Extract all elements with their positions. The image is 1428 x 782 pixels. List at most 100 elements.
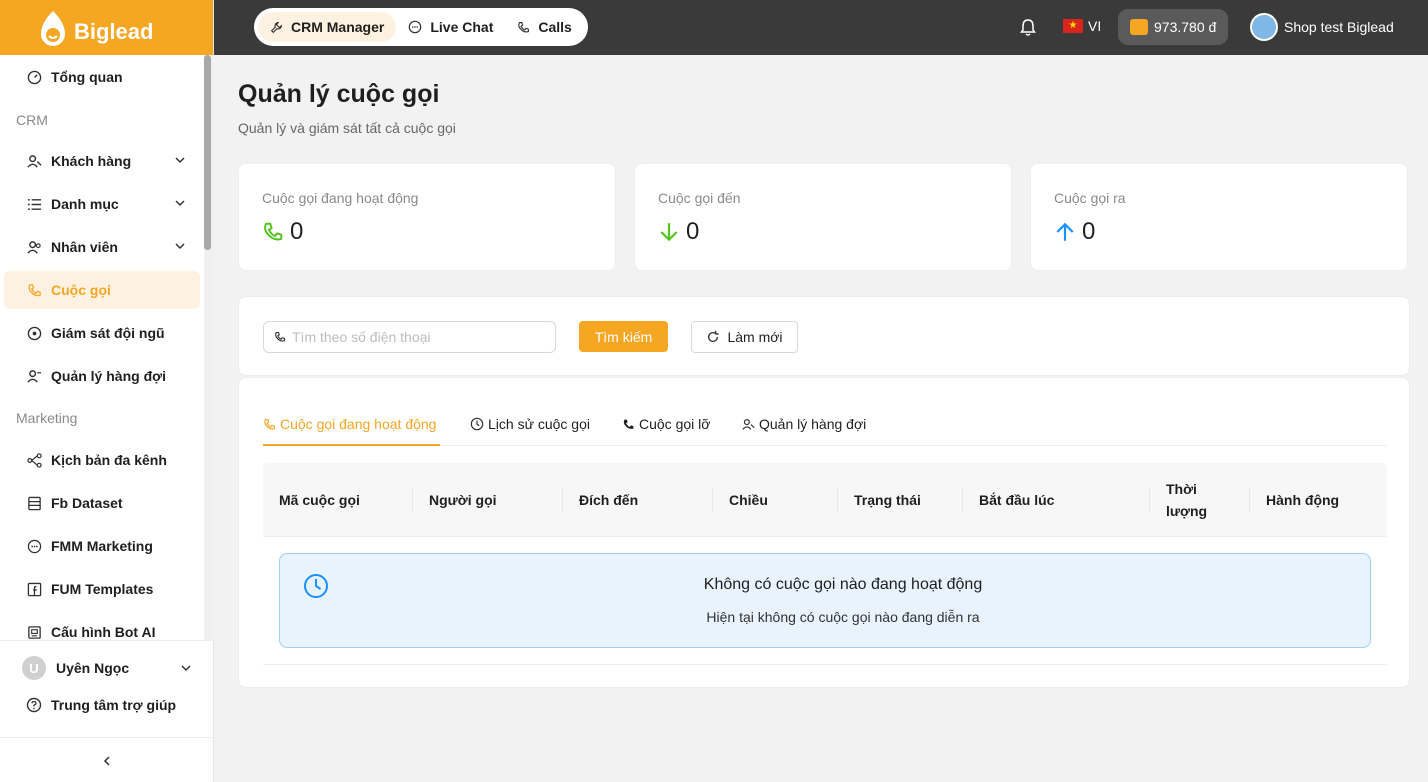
stat-value-row: 0: [262, 218, 303, 246]
wrench-icon: [270, 21, 283, 33]
search-button[interactable]: Tìm kiếm: [579, 321, 668, 352]
sidebar-item-team-monitor[interactable]: Giám sát đội ngũ: [4, 314, 200, 352]
tab-bar: Cuộc gọi đang hoạt động Lịch sử cuộc gọi…: [263, 404, 1387, 446]
tab-active-calls[interactable]: Cuộc gọi đang hoạt động: [263, 416, 436, 432]
section-crm: CRM: [16, 112, 48, 128]
app-live-chat[interactable]: Live Chat: [396, 12, 505, 42]
tab-label: Cuộc gọi đang hoạt động: [280, 416, 437, 432]
arrow-up-icon: [1056, 222, 1074, 241]
app-crm-manager[interactable]: CRM Manager: [258, 12, 397, 42]
queue-icon: [26, 368, 42, 384]
users-icon: [26, 153, 42, 169]
sidebar-item-label: Khách hàng: [51, 153, 132, 169]
sidebar-item-customers[interactable]: Khách hàng: [4, 142, 200, 180]
chat-icon: [26, 538, 42, 554]
sidebar-item-label: Fb Dataset: [51, 495, 123, 511]
chevron-down-icon: [175, 200, 185, 207]
sidebar-item-omnichannel[interactable]: Kịch bản đa kênh: [4, 441, 200, 479]
sidebar-item-fmm-marketing[interactable]: FMM Marketing: [4, 527, 200, 565]
app-calls[interactable]: Calls: [505, 12, 583, 42]
sidebar-item-bot-config[interactable]: Cấu hình Bot AI: [4, 613, 200, 640]
wallet-balance[interactable]: 973.780 đ: [1118, 9, 1229, 45]
table-bottom-border: [263, 664, 1387, 665]
column-divider: [412, 489, 413, 511]
sidebar-footer: U Uyên Ngọc Trung tâm trợ giúp: [0, 640, 214, 782]
sidebar-menu[interactable]: Tổng quan CRM Khách hàng Danh mục Nhân v…: [0, 55, 214, 640]
clock-icon: [470, 417, 484, 431]
bell-icon[interactable]: [1018, 17, 1038, 37]
sidebar-item-staff[interactable]: Nhân viên: [4, 228, 200, 266]
stat-value-row: 0: [658, 218, 699, 246]
phone-icon: [264, 222, 283, 241]
column-actions: Hành động: [1266, 492, 1340, 508]
sidebar-item-label: Quản lý hàng đợi: [51, 368, 166, 384]
topbar: CRM Manager Live Chat Calls ★ VI 973.780…: [214, 0, 1428, 55]
tab-label: Lịch sử cuộc gọi: [488, 416, 590, 432]
user-name: Uyên Ngọc: [56, 660, 130, 676]
sidebar-item-calls[interactable]: Cuộc gọi: [4, 271, 200, 309]
phone-search-input[interactable]: Tìm theo số điện thoại: [263, 321, 556, 353]
sidebar-item-catalog[interactable]: Danh mục: [4, 185, 200, 223]
sidebar-item-label: Cấu hình Bot AI: [51, 624, 156, 640]
sidebar-item-queue[interactable]: Quản lý hàng đợi: [4, 357, 200, 395]
column-divider: [837, 489, 838, 511]
app-label: CRM Manager: [291, 19, 385, 35]
sidebar-item-label: Danh mục: [51, 196, 119, 212]
language-selector[interactable]: ★ VI: [1063, 18, 1101, 34]
help-icon: [26, 697, 42, 713]
chevron-down-icon: [181, 665, 191, 672]
help-center-link[interactable]: Trung tâm trợ giúp: [26, 697, 176, 713]
column-divider: [962, 489, 963, 511]
stat-value: 0: [1082, 218, 1096, 245]
page-title: Quản lý cuộc gọi: [238, 80, 440, 108]
phone-icon: [264, 418, 275, 429]
column-duration: Thời lượng: [1166, 481, 1208, 519]
language-label: VI: [1088, 18, 1102, 34]
calls-table-card: Cuộc gọi đang hoạt động Lịch sử cuộc gọi…: [238, 377, 1410, 688]
chevron-left-icon: [103, 755, 110, 766]
stat-card-incoming-calls: Cuộc gọi đến 0: [634, 163, 1012, 271]
sidebar-item-label: FMM Marketing: [51, 538, 153, 554]
sidebar-item-fb-dataset[interactable]: Fb Dataset: [4, 484, 200, 522]
sidebar-item-label: Cuộc gọi: [51, 282, 111, 298]
section-marketing: Marketing: [16, 410, 78, 426]
app-switcher: CRM Manager Live Chat Calls: [254, 8, 588, 46]
sidebar-item-label: Giám sát đội ngũ: [51, 325, 165, 341]
user-menu[interactable]: U Uyên Ngọc: [22, 653, 202, 683]
staff-icon: [26, 239, 42, 255]
shop-name: Shop test Biglead: [1284, 19, 1394, 35]
column-started-at: Bắt đầu lúc: [979, 492, 1055, 508]
empty-state-alert: Không có cuộc gọi nào đang hoạt động Hiệ…: [279, 553, 1371, 648]
sidebar-item-fum-templates[interactable]: FUM Templates: [4, 570, 200, 608]
tab-label: Quản lý hàng đợi: [759, 416, 867, 432]
brand-name: Biglead: [74, 18, 154, 44]
sidebar-scrollbar[interactable]: [204, 55, 211, 250]
stat-label: Cuộc gọi ra: [1054, 190, 1126, 206]
sidebar-item-overview[interactable]: Tổng quan: [4, 58, 200, 96]
tab-missed-calls[interactable]: Cuộc gọi lỡ: [622, 416, 710, 432]
shop-account-menu[interactable]: Shop test Biglead: [1250, 13, 1394, 41]
sidebar-item-label: Tổng quan: [51, 69, 123, 85]
column-divider: [1149, 489, 1150, 511]
biglead-logo-icon: [38, 9, 68, 47]
column-caller: Người gọi: [429, 492, 497, 508]
stat-value: 0: [686, 218, 700, 245]
stat-value: 0: [290, 218, 304, 245]
stat-label: Cuộc gọi đang hoạt động: [262, 190, 419, 206]
phone-icon: [518, 21, 530, 32]
tab-queue-management[interactable]: Quản lý hàng đợi: [742, 416, 866, 432]
column-divider: [712, 489, 713, 511]
active-tab-indicator: [263, 444, 440, 446]
chat-icon: [409, 20, 422, 34]
tab-call-history[interactable]: Lịch sử cuộc gọi: [470, 416, 590, 432]
column-call-id: Mã cuộc gọi: [279, 492, 360, 508]
logo-bar[interactable]: Biglead: [0, 0, 213, 55]
column-divider: [1249, 489, 1250, 511]
table-header: Mã cuộc gọi Người gọi Đích đến Chiều Trạ…: [263, 463, 1387, 537]
refresh-button[interactable]: Làm mới: [691, 321, 798, 353]
empty-state-subtitle: Hiện tại không có cuộc gọi nào đang diễn…: [706, 609, 980, 625]
flow-icon: [26, 452, 42, 468]
stat-label: Cuộc gọi đến: [658, 190, 741, 206]
sidebar: Biglead Tổng quan CRM Khách hàng Danh mụ…: [0, 0, 214, 782]
collapse-sidebar-button[interactable]: [0, 737, 214, 782]
